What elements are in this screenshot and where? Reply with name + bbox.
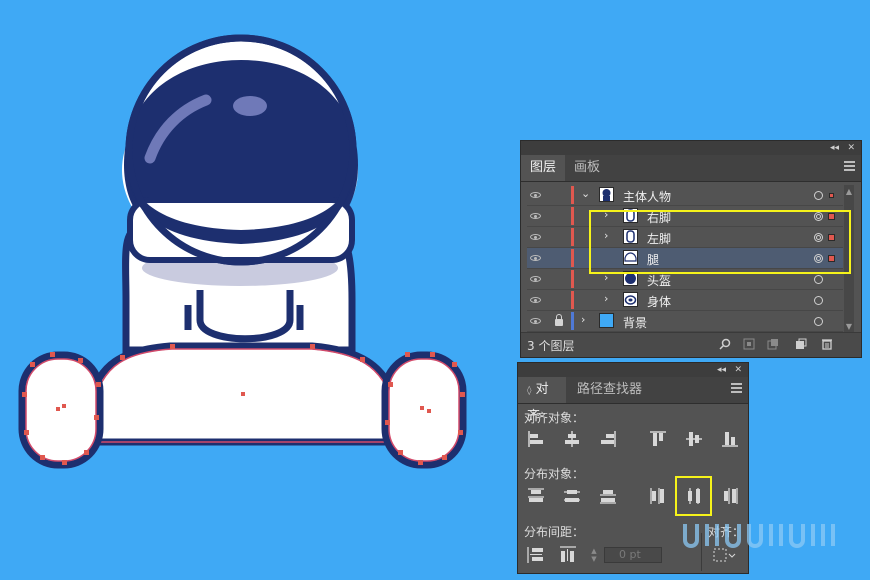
scroll-down-icon[interactable]: ▼	[844, 322, 854, 331]
layers-tabbar: 图层 画板	[521, 155, 861, 182]
tab-layers[interactable]: 图层	[521, 155, 566, 181]
distribute-bottom-button[interactable]	[598, 486, 618, 506]
close-icon[interactable]: ✕	[734, 363, 742, 377]
new-sublayer-icon[interactable]	[767, 338, 779, 350]
eye-icon[interactable]	[530, 192, 541, 198]
layer-color-bar	[571, 207, 574, 225]
collapse-icon[interactable]: ◂◂	[830, 141, 839, 155]
layer-row-background[interactable]: › 背景	[527, 311, 843, 332]
target-icon[interactable]	[814, 317, 823, 326]
highlight-box	[589, 210, 851, 274]
eye-icon[interactable]	[530, 255, 541, 261]
align-right-button[interactable]	[598, 429, 618, 449]
target-icon[interactable]	[814, 275, 823, 284]
trash-icon[interactable]	[821, 338, 833, 350]
align-horizontal-center-button[interactable]	[562, 429, 582, 449]
eye-icon[interactable]	[530, 213, 541, 219]
layer-thumbnail	[623, 292, 638, 307]
selection-indicator[interactable]	[829, 193, 834, 198]
layers-panel-titlebar[interactable]: ◂◂ ✕	[521, 141, 861, 155]
layer-row-body[interactable]: › 身体	[527, 290, 843, 311]
horizontal-distribute-space-button[interactable]	[558, 545, 578, 565]
tab-pathfinder[interactable]: 路径查找器	[568, 377, 651, 403]
target-icon[interactable]	[814, 296, 823, 305]
align-vertical-center-button[interactable]	[684, 429, 704, 449]
new-layer-icon[interactable]	[795, 338, 807, 350]
menu-icon[interactable]	[844, 161, 855, 173]
layer-name: 主体人物	[623, 190, 672, 204]
eye-icon[interactable]	[530, 318, 541, 324]
menu-icon[interactable]	[731, 383, 742, 395]
distribute-top-button[interactable]	[526, 486, 546, 506]
close-icon[interactable]: ✕	[847, 141, 855, 155]
collapse-icon[interactable]: ◂◂	[717, 363, 726, 377]
align-objects-label: 对齐对象：	[524, 411, 585, 425]
layers-panel: ◂◂ ✕ 图层 画板 ⌄ 主体人物 › 右脚 › 左脚 腿 › 头盔 › 身体 …	[520, 140, 862, 358]
lock-icon[interactable]	[555, 314, 563, 326]
layer-thumbnail	[599, 187, 614, 202]
layer-count: 3 个图层	[527, 339, 575, 353]
eye-icon[interactable]	[530, 297, 541, 303]
distribute-vertical-center-button[interactable]	[562, 486, 582, 506]
astronaut-left-foot[interactable]	[18, 351, 104, 469]
layer-color-bar	[571, 249, 574, 267]
tab-align[interactable]: ◊ 对齐	[518, 377, 566, 424]
align-bottom-button[interactable]	[720, 429, 740, 449]
target-icon[interactable]	[814, 191, 823, 200]
align-tabbar: ◊ 对齐 路径查找器	[518, 377, 748, 424]
layers-footer: 3 个图层	[521, 332, 861, 357]
distribute-left-button[interactable]	[648, 486, 668, 506]
watermark-logo	[683, 524, 835, 548]
layer-name: 身体	[647, 295, 672, 309]
layer-color-bar	[571, 312, 574, 330]
layer-row-main[interactable]: ⌄ 主体人物	[527, 185, 843, 206]
expand-icon: ◊	[527, 386, 532, 396]
eye-icon[interactable]	[530, 276, 541, 282]
chevron-right-icon[interactable]: ›	[581, 313, 585, 326]
align-panel-titlebar[interactable]: ◂◂ ✕	[518, 363, 748, 377]
tab-artboards[interactable]: 画板	[565, 155, 609, 181]
layer-color-bar	[571, 270, 574, 288]
layer-color-bar	[571, 186, 574, 204]
eye-icon[interactable]	[530, 234, 541, 240]
chevron-right-icon[interactable]: ›	[604, 292, 608, 305]
spacing-stepper[interactable]: ▲ ▼	[588, 547, 600, 563]
chevron-down-icon[interactable]: ⌄	[581, 187, 590, 200]
vertical-distribute-space-button[interactable]	[526, 545, 546, 565]
layer-thumbnail	[599, 313, 614, 328]
distribute-objects-label: 分布对象：	[524, 467, 585, 481]
layer-color-bar	[571, 228, 574, 246]
layer-name: 背景	[623, 316, 648, 330]
align-left-button[interactable]	[526, 429, 546, 449]
search-icon[interactable]	[719, 338, 731, 350]
layer-name: 头盔	[647, 274, 672, 288]
distribute-right-button[interactable]	[720, 486, 740, 506]
highlight-box	[675, 476, 712, 516]
distribute-spacing-label: 分布间距：	[524, 525, 585, 539]
scroll-up-icon[interactable]: ▲	[844, 187, 854, 196]
astronaut-helmet[interactable]	[122, 34, 358, 266]
clip-mask-icon[interactable]	[743, 338, 755, 350]
spacing-input[interactable]: 0 pt	[604, 547, 662, 563]
align-top-button[interactable]	[648, 429, 668, 449]
layer-color-bar	[571, 291, 574, 309]
